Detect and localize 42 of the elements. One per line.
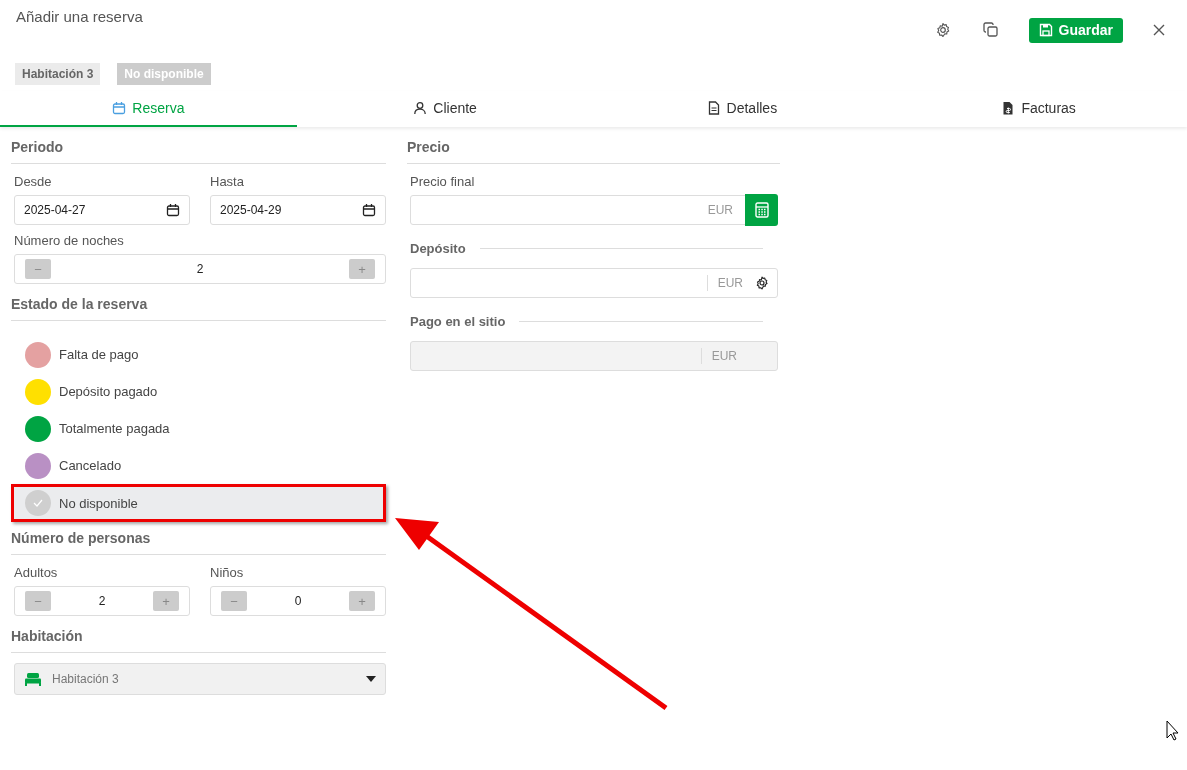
bed-icon: [24, 672, 42, 686]
pointer-icon: [1166, 720, 1179, 741]
close-icon: [1153, 24, 1165, 36]
calendar-icon: [166, 203, 180, 217]
copy-icon: [982, 22, 999, 38]
calendar-icon: [362, 203, 376, 217]
status-option[interactable]: Depósito pagado: [11, 373, 386, 410]
field-label: Niños: [210, 565, 245, 580]
caret-icon: [366, 676, 376, 682]
tab[interactable]: Facturas: [890, 91, 1187, 127]
tag: Habitación 3: [15, 63, 101, 85]
settings-icon: [934, 22, 951, 38]
status-option[interactable]: No disponible: [11, 484, 386, 522]
check-icon: [33, 499, 43, 507]
field-label: Depósito: [410, 241, 466, 256]
copy-button[interactable]: [980, 20, 1001, 40]
person-icon: [413, 101, 428, 115]
field-label: Precio final: [410, 174, 476, 189]
tab[interactable]: Detalles: [593, 91, 891, 127]
calendar-icon: [112, 101, 127, 115]
field-label: Desde: [14, 174, 53, 189]
tab[interactable]: Cliente: [296, 91, 594, 127]
invoice-icon: [1001, 101, 1016, 115]
settings-icon: [755, 276, 769, 290]
window-title: Añadir una reserva: [16, 8, 143, 27]
date-field[interactable]: 2025-04-27: [14, 195, 190, 225]
status-option[interactable]: Totalmente pagada: [11, 410, 386, 447]
section-heading: Habitación: [11, 624, 386, 653]
section-heading: Número de personas: [11, 526, 386, 555]
field-label: Hasta: [210, 174, 245, 189]
section-heading: Periodo: [11, 135, 386, 164]
section-heading: Estado de la reserva: [11, 292, 386, 321]
field-label: Número de noches: [14, 233, 125, 248]
date-field[interactable]: 2025-04-29: [210, 195, 386, 225]
status-option[interactable]: Cancelado: [11, 447, 386, 484]
document-icon: [706, 101, 721, 115]
calculator-icon: [754, 202, 769, 218]
section-heading: Precio: [407, 135, 780, 164]
field-label: Pago en el sitio: [410, 314, 506, 329]
field-label: Adultos: [14, 565, 59, 580]
room-select[interactable]: Habitación 3: [14, 663, 386, 695]
status-option[interactable]: Falta de pago: [11, 336, 386, 373]
